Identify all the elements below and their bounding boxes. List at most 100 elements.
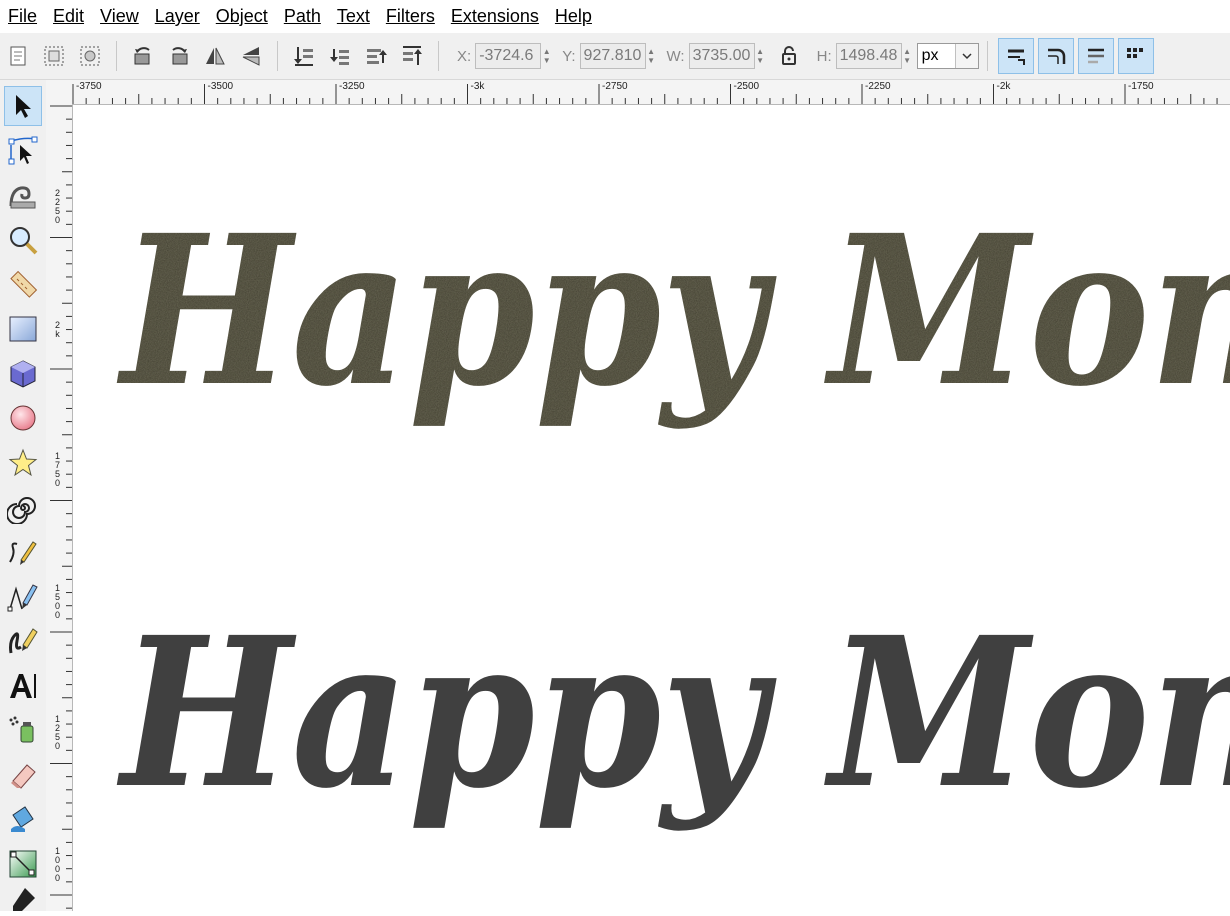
y-spinbox: ▲▼ bbox=[579, 42, 657, 70]
vertical-ruler[interactable]: 2250 2k 1750 1500 1250 1000 bbox=[46, 104, 73, 911]
spin-down-icon: ▼ bbox=[756, 56, 765, 65]
w-label: W: bbox=[666, 47, 685, 65]
node-editor-icon bbox=[8, 136, 38, 165]
w-spinbox: ▲▼ bbox=[688, 42, 766, 70]
menu-file[interactable]: File bbox=[0, 0, 45, 33]
menu-object[interactable]: Object bbox=[208, 0, 276, 33]
tool-pencil[interactable] bbox=[4, 532, 42, 572]
vertical-ruler-marks bbox=[50, 105, 72, 909]
tool-selector[interactable] bbox=[4, 86, 42, 126]
spin-down-icon: ▼ bbox=[542, 56, 551, 65]
transform-patterns-button[interactable] bbox=[1117, 38, 1154, 74]
tool-pen[interactable] bbox=[4, 577, 42, 617]
menu-extensions[interactable]: Extensions bbox=[443, 0, 547, 33]
spin-down-icon: ▼ bbox=[903, 56, 912, 65]
y-spin-arrows[interactable]: ▲ ▼ bbox=[646, 43, 657, 69]
handwritten-text-top[interactable]: Happy Mon bbox=[117, 190, 1230, 432]
flip-horizontal-button[interactable] bbox=[200, 41, 230, 71]
deselect-button[interactable] bbox=[75, 41, 105, 71]
h-spinbox: ▲▼ bbox=[835, 42, 913, 70]
h-input[interactable] bbox=[835, 43, 902, 69]
ruler-label: -3250 bbox=[339, 81, 365, 92]
tool-node-editor[interactable] bbox=[4, 131, 42, 171]
tool-zoom[interactable] bbox=[4, 220, 42, 260]
tool-star[interactable] bbox=[4, 443, 42, 483]
flip-vertical-button[interactable] bbox=[236, 41, 266, 71]
dropper-icon bbox=[13, 888, 35, 911]
drawing-canvas[interactable]: Happy Mon Happy Mon bbox=[73, 105, 1230, 911]
toolbox bbox=[0, 80, 47, 911]
scale-stroke-icon bbox=[1007, 49, 1025, 65]
scale-corners-button[interactable] bbox=[1037, 38, 1074, 74]
circle-icon bbox=[10, 405, 36, 431]
tool-rectangle[interactable] bbox=[4, 309, 42, 349]
lower-to-bottom-button[interactable] bbox=[289, 41, 319, 71]
tool-measure[interactable] bbox=[4, 265, 42, 305]
tool-spray[interactable] bbox=[4, 710, 42, 750]
x-label: X: bbox=[457, 47, 472, 65]
unit-select[interactable]: px bbox=[916, 43, 979, 69]
transform-gradients-button[interactable] bbox=[1077, 38, 1114, 74]
spin-up-icon: ▲ bbox=[647, 47, 655, 56]
menu-layer[interactable]: Layer bbox=[147, 0, 208, 33]
menu-help[interactable]: Help bbox=[547, 0, 600, 33]
cube-icon bbox=[10, 360, 36, 388]
select-all-layers-button[interactable] bbox=[39, 41, 69, 71]
rotate-ccw-button[interactable] bbox=[128, 41, 158, 71]
tool-text[interactable] bbox=[4, 666, 42, 706]
tool-paint-bucket[interactable] bbox=[4, 799, 42, 839]
select-all-layers-icon bbox=[44, 46, 64, 66]
raise-button[interactable] bbox=[361, 41, 391, 71]
scale-corners-icon bbox=[1047, 48, 1065, 64]
tool-dropper[interactable] bbox=[4, 888, 42, 911]
unlock-icon bbox=[781, 46, 796, 65]
tool-gradient[interactable] bbox=[4, 844, 42, 884]
w-spin-arrows[interactable]: ▲ ▼ bbox=[755, 43, 766, 69]
h-spin-arrows[interactable]: ▲ ▼ bbox=[902, 43, 913, 69]
tool-tweak[interactable] bbox=[4, 176, 42, 216]
select-all-button[interactable] bbox=[3, 41, 33, 71]
vectorized-text-bottom[interactable]: Happy Mon bbox=[117, 592, 1230, 834]
rotate-cw-button[interactable] bbox=[164, 41, 194, 71]
spin-up-icon: ▲ bbox=[756, 47, 765, 56]
tool-eraser[interactable] bbox=[4, 755, 42, 795]
ruler-label: 1500 bbox=[54, 582, 60, 620]
paint-bucket-icon bbox=[11, 806, 34, 832]
menu-path[interactable]: Path bbox=[276, 0, 329, 33]
eraser-icon bbox=[11, 764, 36, 789]
scale-stroke-button[interactable] bbox=[997, 38, 1034, 74]
w-input[interactable] bbox=[688, 43, 755, 69]
tool-calligraphy[interactable] bbox=[4, 621, 42, 661]
unit-value: px bbox=[921, 47, 939, 64]
menu-filters[interactable]: Filters bbox=[378, 0, 443, 33]
ruler-label: 2k bbox=[54, 319, 60, 339]
tool-ellipse[interactable] bbox=[4, 398, 42, 438]
flip-horizontal-icon bbox=[206, 47, 225, 65]
y-input[interactable] bbox=[579, 43, 646, 69]
menu-text[interactable]: Text bbox=[329, 0, 378, 33]
tool-controls-bar: X: ▲▼ Y: ▲▼ W: ▲▼ H: ▲▼ px bbox=[0, 33, 1230, 80]
horizontal-ruler[interactable]: -3750 -3500 -3250 -3k -2750 -2500 -2250 -2k -175… bbox=[46, 80, 1230, 105]
ruler-label: -2500 bbox=[733, 81, 760, 92]
tool-3d-box[interactable] bbox=[4, 354, 42, 394]
menu-edit[interactable]: Edit bbox=[45, 0, 92, 33]
raise-to-top-button[interactable] bbox=[397, 41, 427, 71]
spiral-icon bbox=[7, 497, 36, 524]
menu-view[interactable]: View bbox=[92, 0, 147, 33]
x-spin-arrows[interactable]: ▲ ▼ bbox=[541, 43, 552, 69]
calligraphy-icon bbox=[9, 628, 38, 654]
deselect-icon bbox=[80, 46, 100, 66]
x-input[interactable] bbox=[475, 43, 542, 69]
tool-spiral[interactable] bbox=[4, 488, 42, 528]
lower-button[interactable] bbox=[325, 41, 355, 71]
rotate-cw-icon bbox=[172, 47, 188, 65]
toolbar-separator bbox=[277, 41, 278, 71]
ruler-label: -1750 bbox=[1128, 81, 1154, 92]
chevron-down-icon bbox=[954, 44, 978, 68]
toolbar-separator bbox=[438, 41, 439, 71]
raise-to-top-icon bbox=[403, 46, 422, 65]
y-label: Y: bbox=[562, 47, 576, 65]
ruler-label: -2750 bbox=[602, 81, 628, 92]
lock-proportions-button[interactable] bbox=[774, 41, 804, 71]
menu-bar: File Edit View Layer Object Path Text Fi… bbox=[0, 0, 1230, 34]
